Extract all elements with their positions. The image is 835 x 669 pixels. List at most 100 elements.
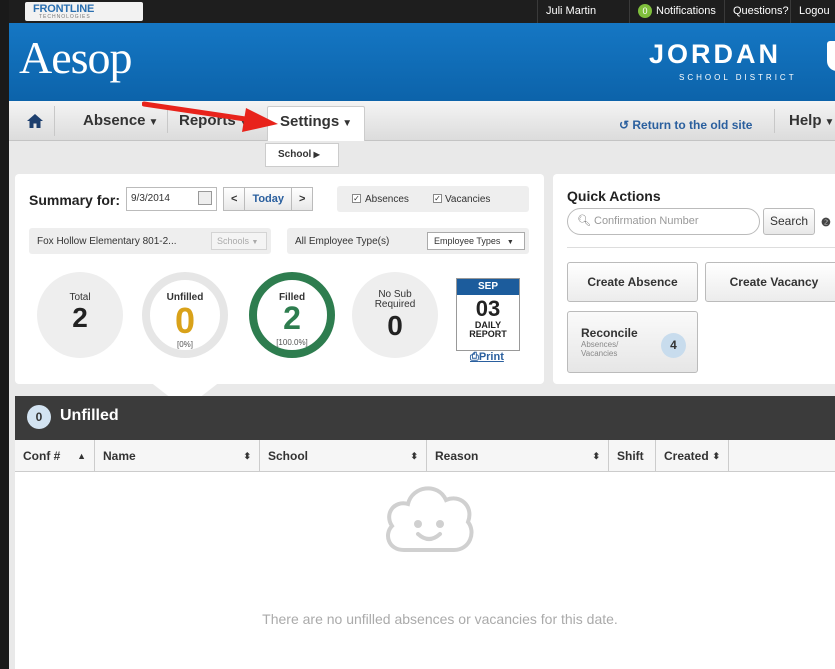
reconcile-label: Reconcile [581, 326, 638, 340]
district-logo-subtext: SCHOOL DISTRICT [679, 73, 797, 82]
filled-stat[interactable]: Filled 2 [100.0%] [249, 272, 335, 358]
unfilled-stat[interactable]: Unfilled 0 [0%] [142, 272, 228, 358]
create-vacancy-button[interactable]: Create Vacancy [705, 262, 835, 302]
calendar-icon[interactable] [198, 191, 212, 205]
filled-percent: [100.0%] [276, 338, 308, 347]
header-banner: Aesop JORDAN SCHOOL DISTRICT [9, 23, 835, 101]
reconcile-sub-line2: Vacancies [581, 349, 618, 358]
summary-panel: Summary for: 9/3/2014 < Today > ✓ Absenc… [15, 174, 544, 384]
column-header-label: School [268, 449, 309, 463]
sort-icon: ⬍ [243, 451, 251, 461]
help-icon[interactable]: ❷ [821, 216, 831, 229]
print-link[interactable]: ⎙Print [470, 351, 504, 364]
unfilled-section-title: Unfilled [60, 407, 119, 424]
sort-ascending-icon: ▲ [77, 451, 86, 461]
absences-checkbox-label[interactable]: Absences [365, 194, 409, 205]
column-header-shift[interactable]: Shift [609, 440, 656, 472]
sort-icon: ⬍ [712, 451, 720, 461]
questions-link[interactable]: Questions? [724, 0, 797, 23]
column-header-created[interactable]: Created ⬍ [656, 440, 729, 472]
nav-help[interactable]: Help ▼ [777, 106, 835, 136]
column-header-label: Shift [617, 449, 644, 463]
home-icon [27, 114, 43, 129]
notifications-count-badge: 0 [638, 4, 652, 19]
quick-actions-title: Quick Actions [567, 188, 661, 204]
unfilled-percent: [0%] [176, 340, 193, 349]
school-filter: Fox Hollow Elementary 801-2... Schools ▼ [29, 228, 271, 254]
confirmation-number-placeholder: Confirmation Number [594, 215, 699, 227]
reconcile-sub-line1: Absences/ [581, 340, 619, 349]
no-sub-value: 0 [387, 310, 403, 341]
nav-settings-label: Settings [280, 113, 340, 130]
nav-separator [774, 109, 775, 133]
unfilled-table-body: There are no unfilled absences or vacanc… [15, 472, 835, 669]
confirmation-number-input[interactable]: 🔍︎ Confirmation Number [567, 208, 760, 235]
empty-state-message: There are no unfilled absences or vacanc… [262, 611, 618, 627]
aesop-app: FRONTLINE TECHNOLOGIES Juli Martin 0 Noti… [9, 0, 835, 669]
quick-actions-panel: Quick Actions 🔍︎ Confirmation Number Sea… [553, 174, 835, 384]
column-header-conf[interactable]: Conf # ▲ [15, 440, 95, 472]
school-name: Fox Hollow Elementary 801-2... [37, 236, 177, 247]
column-header-label: Reason [435, 449, 479, 463]
nav-absence-label: Absence [83, 112, 146, 129]
employee-type-label: All Employee Type(s) [295, 236, 390, 247]
settings-submenu: School ▶ [265, 143, 339, 167]
top-bar: FRONTLINE TECHNOLOGIES Juli Martin 0 Noti… [9, 0, 835, 23]
main-nav: Absence▼ Reports▼ Settings▼ ↺ Return to … [9, 101, 835, 141]
absences-checkbox[interactable]: ✓ [352, 194, 361, 203]
employee-types-select[interactable]: Employee Types ▼ [427, 232, 525, 250]
home-button[interactable] [15, 106, 55, 136]
window-left-edge [0, 0, 9, 669]
schools-select-value: Schools [217, 236, 250, 246]
no-sub-required-stat[interactable]: No Sub Required 0 [352, 272, 438, 358]
daily-report-line2: REPORT [469, 329, 507, 339]
unfilled-table-header: Conf # ▲ Name ⬍ School ⬍ Reason ⬍ Shift Crea… [15, 440, 835, 472]
chevron-left-icon: < [231, 193, 238, 205]
total-stat[interactable]: Total 2 [37, 272, 123, 358]
chevron-right-icon: > [299, 193, 306, 205]
schools-select: Schools ▼ [211, 232, 267, 250]
search-button[interactable]: Search [763, 208, 815, 235]
search-icon: 🔍︎ [577, 215, 591, 227]
submenu-item-school[interactable]: School [278, 149, 311, 160]
daily-report-button[interactable]: SEP 03 DAILY REPORT [456, 278, 520, 351]
aesop-logo[interactable]: Aesop [19, 31, 133, 84]
filled-value: 2 [283, 300, 301, 336]
summary-date-input[interactable]: 9/3/2014 [126, 187, 217, 211]
column-header-reason[interactable]: Reason ⬍ [427, 440, 609, 472]
unfilled-section-header: 0 Unfilled [15, 396, 835, 440]
reconcile-button[interactable]: Reconcile Absences/ Vacancies 4 [567, 311, 698, 373]
caret-down-icon: ▼ [251, 239, 259, 246]
caret-right-icon: ▶ [311, 150, 320, 159]
sort-icon: ⬍ [592, 451, 600, 461]
vacancies-checkbox-label[interactable]: Vacancies [445, 194, 490, 205]
frontline-logo-subtext: TECHNOLOGIES [39, 14, 91, 20]
district-logo-text: JORDAN [649, 39, 782, 69]
column-header-school[interactable]: School ⬍ [260, 440, 427, 472]
sort-icon: ⬍ [410, 451, 418, 461]
notifications-link[interactable]: 0 Notifications [629, 0, 724, 23]
return-old-site-link[interactable]: ↺ Return to the old site [619, 118, 752, 132]
logout-link[interactable]: Logou [790, 0, 835, 23]
next-day-button[interactable]: > [292, 187, 314, 211]
vacancies-checkbox[interactable]: ✓ [433, 194, 442, 203]
today-button[interactable]: Today [245, 187, 293, 211]
caret-down-icon: ▼ [342, 118, 353, 129]
notifications-label: Notifications [656, 5, 716, 17]
caret-down-icon: ▼ [506, 239, 514, 246]
return-old-site-label: Return to the old site [632, 118, 753, 132]
column-header-name[interactable]: Name ⬍ [95, 440, 260, 472]
date-navigation: < Today > [223, 187, 314, 211]
red-arrow-annotation [142, 101, 278, 132]
previous-day-button[interactable]: < [223, 187, 246, 211]
reconcile-count-badge: 4 [661, 333, 686, 358]
happy-cloud-icon [386, 486, 474, 552]
total-value: 2 [72, 302, 88, 333]
create-absence-button[interactable]: Create Absence [567, 262, 698, 302]
district-shield-icon [827, 41, 835, 71]
daily-report-day: 03 [475, 296, 501, 321]
user-name[interactable]: Juli Martin [537, 0, 604, 23]
type-filters: ✓ Absences ✓ Vacancies [337, 186, 529, 212]
nav-help-label: Help [789, 112, 822, 129]
frontline-logo[interactable]: FRONTLINE TECHNOLOGIES [25, 2, 143, 21]
